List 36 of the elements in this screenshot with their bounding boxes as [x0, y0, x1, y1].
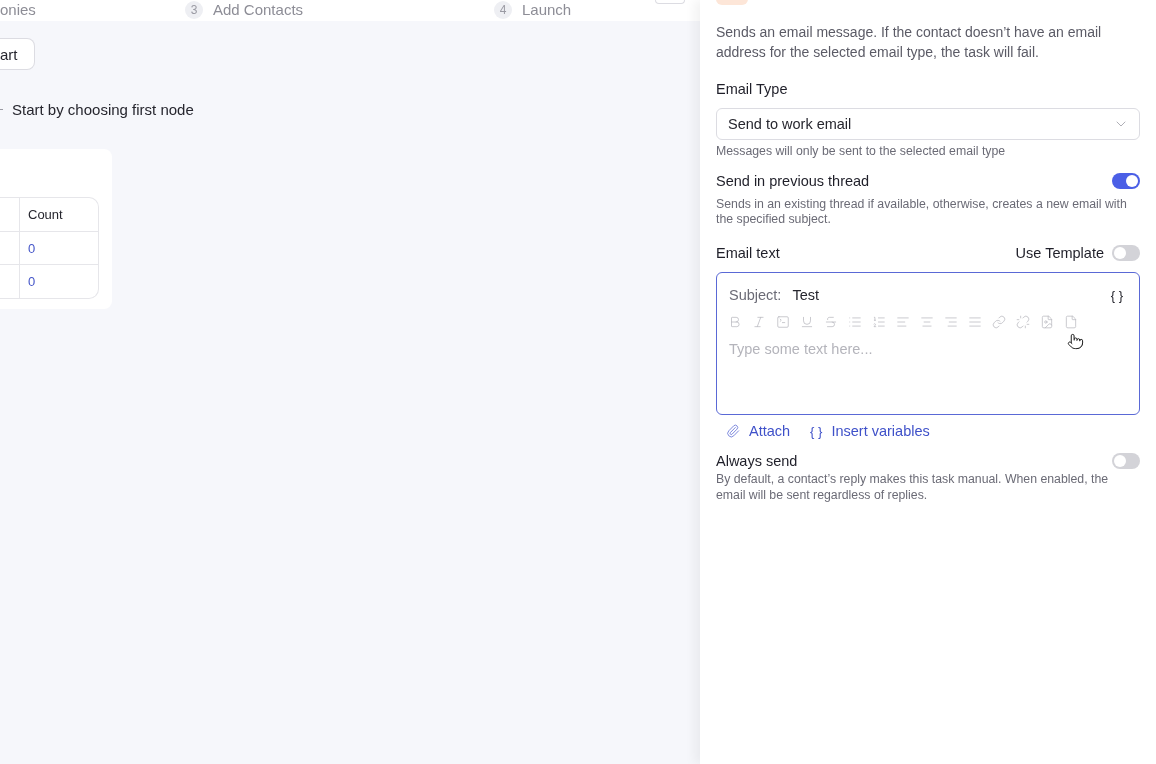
step-number: 3: [185, 1, 203, 19]
table-cell: 0: [20, 232, 99, 265]
toggle-switch[interactable]: [1112, 173, 1140, 189]
attach-link[interactable]: Attach: [726, 423, 791, 439]
subject-field[interactable]: Test: [792, 287, 1100, 303]
step-label: Launch: [522, 1, 572, 19]
field-hint: Messages will only be sent to the selected email type: [716, 144, 1007, 158]
field-label: Email Type: [716, 80, 789, 98]
toggle-switch[interactable]: [1112, 453, 1140, 469]
insert-variables-button[interactable]: { }: [1110, 287, 1123, 303]
insert-variables-link[interactable]: { } Insert variables: [810, 423, 930, 439]
task-description: Sends an email message. If the contact doesn’t have an email address for the selected email type, the task will fail.: [716, 23, 1103, 62]
step-label: onies: [0, 1, 36, 19]
braces-icon: { }: [810, 423, 823, 439]
hand-cursor-icon: [1067, 333, 1084, 350]
toggle-label: Use Template: [1015, 244, 1104, 262]
step-number: 4: [494, 1, 512, 19]
field-hint: Sends in an existing thread if available, otherwise, creates a new email with the specified subject.: [716, 197, 1128, 227]
start-button[interactable]: art: [0, 38, 35, 70]
paperclip-icon: [726, 424, 740, 438]
toggle-switch[interactable]: [1112, 245, 1140, 261]
field-label: Always send: [716, 452, 798, 470]
field-hint: By default, a contact’s reply makes this task manual. When enabled, the email will be sent regardless of replies.: [716, 471, 1110, 503]
field-label: Send in previous thread: [716, 172, 870, 190]
email-type-select[interactable]: Send to work email: [716, 108, 1140, 140]
dash-icon: [0, 109, 3, 110]
step-label: Add Contacts: [213, 1, 304, 19]
email-body-field[interactable]: Type some text here...: [728, 341, 1123, 414]
table-cell-text: 0: [27, 273, 37, 291]
table-cell: [0, 232, 20, 265]
canvas-hint: Start by choosing first node: [12, 101, 194, 118]
header-button[interactable]: [655, 0, 685, 4]
email-editor[interactable]: Subject: Test { } Type some text here...: [716, 272, 1140, 415]
field-label: Email text: [716, 244, 780, 262]
subject-label: Subject:: [729, 287, 782, 303]
table-header: Count: [20, 198, 99, 232]
